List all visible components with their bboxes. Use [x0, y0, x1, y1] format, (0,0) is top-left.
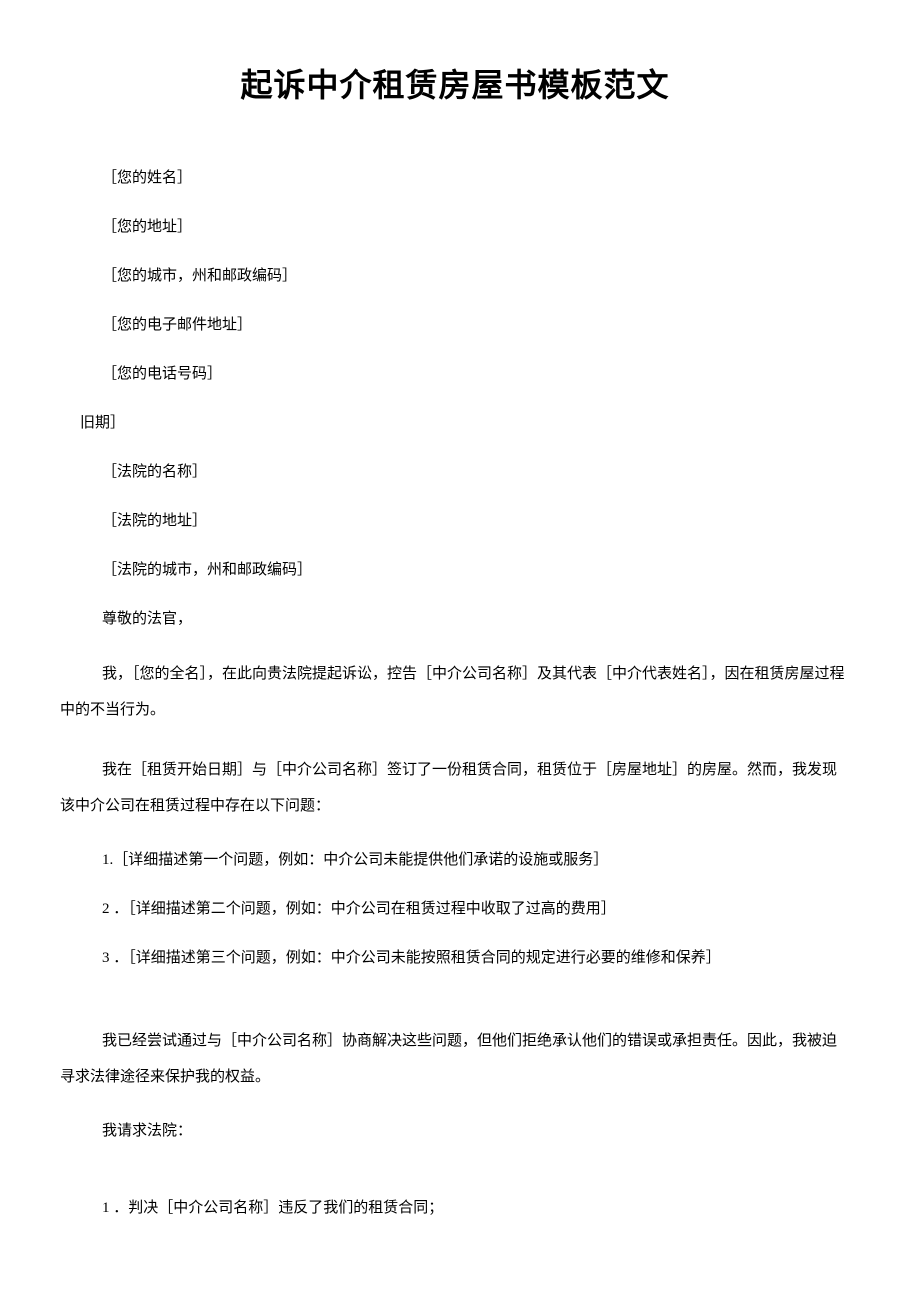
attempt-text: 我已经尝试通过与［中介公司名称］协商解决这些问题，但他们拒绝承认他们的错误或承担… — [60, 1033, 837, 1085]
issue-item-1: 1.［详细描述第一个问题，例如：中介公司未能提供他们承诺的设施或服务］ — [60, 848, 850, 869]
issue-item-2: 2 ．［详细描述第二个问题，例如：中介公司在租赁过程中收取了过高的费用］ — [60, 897, 850, 918]
field-court-name: ［法院的名称］ — [60, 460, 850, 481]
field-your-name: ［您的姓名］ — [60, 166, 850, 187]
background-text: 我在［租赁开始日期］与［中介公司名称］签订了一份租赁合同，租赁位于［房屋地址］的… — [60, 762, 837, 814]
field-your-address: ［您的地址］ — [60, 215, 850, 236]
field-court-city-state-zip: ［法院的城市，州和邮政编码］ — [60, 558, 850, 579]
salutation: 尊敬的法官， — [60, 607, 850, 628]
field-your-city-state-zip: ［您的城市，州和邮政编码］ — [60, 264, 850, 285]
intro-paragraph: 我，［您的全名］，在此向贵法院提起诉讼，控告［中介公司名称］及其代表［中介代表姓… — [60, 656, 850, 728]
background-paragraph: 我在［租赁开始日期］与［中介公司名称］签订了一份租赁合同，租赁位于［房屋地址］的… — [60, 752, 850, 824]
request-intro: 我请求法院： — [60, 1119, 850, 1140]
request-item-1: 1 ．判决［中介公司名称］违反了我们的租赁合同； — [60, 1196, 850, 1217]
field-your-phone: ［您的电话号码］ — [60, 362, 850, 383]
attempt-paragraph: 我已经尝试通过与［中介公司名称］协商解决这些问题，但他们拒绝承认他们的错误或承担… — [60, 1023, 850, 1095]
intro-text: 我，［您的全名］，在此向贵法院提起诉讼，控告［中介公司名称］及其代表［中介代表姓… — [60, 666, 845, 718]
issue-item-3: 3 ．［详细描述第三个问题，例如：中介公司未能按照租赁合同的规定进行必要的维修和… — [60, 946, 850, 967]
field-date: 旧期］ — [60, 411, 850, 432]
field-your-email: ［您的电子邮件地址］ — [60, 313, 850, 334]
document-title: 起诉中介租赁房屋书模板范文 — [60, 60, 850, 106]
field-court-address: ［法院的地址］ — [60, 509, 850, 530]
